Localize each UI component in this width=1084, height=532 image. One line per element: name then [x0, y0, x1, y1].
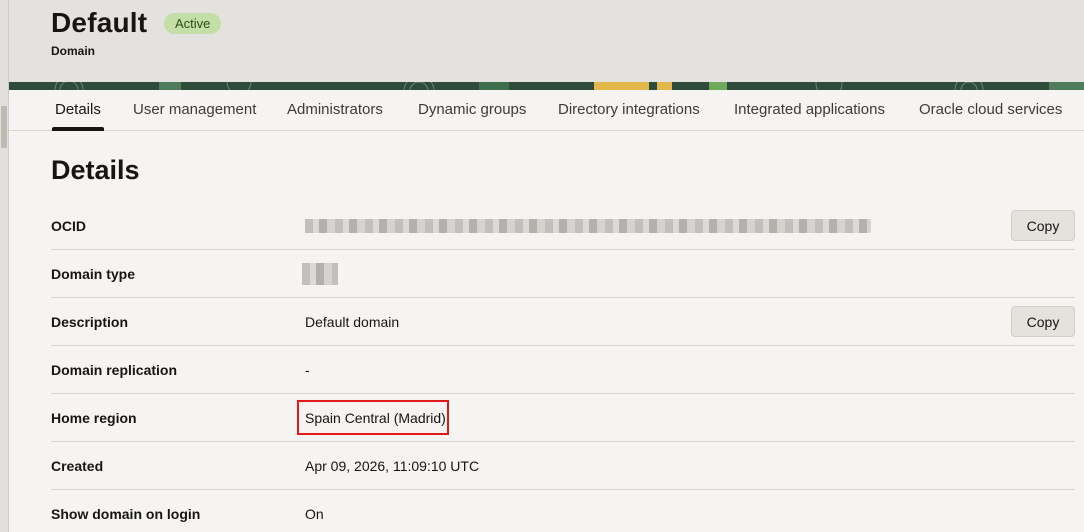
redacted-ocid [305, 219, 871, 233]
page-header: Default Active Domain [9, 0, 1084, 82]
tab-user-management[interactable]: User management [133, 90, 256, 131]
row-label: Created [51, 458, 104, 474]
tab-directory-integrations[interactable]: Directory integrations [558, 90, 700, 131]
detail-row-home-region: Home region Spain Central (Madrid) [51, 394, 1075, 442]
row-label: Show domain on login [51, 506, 201, 522]
row-label: Description [51, 314, 129, 330]
section-title: Details [51, 155, 140, 185]
banner-pattern-icon [9, 82, 1084, 90]
row-value: - [305, 362, 310, 378]
row-value: On [305, 506, 324, 522]
detail-row-show-domain-on-login: Show domain on login On [51, 490, 1075, 532]
page-subtitle: Domain [51, 44, 96, 58]
row-label: Domain type [51, 266, 136, 282]
tab-bar: Details User management Administrators D… [9, 90, 1084, 131]
detail-row-ocid: OCID Copy [51, 202, 1075, 250]
row-label: Home region [51, 410, 137, 426]
row-value: Apr 09, 2026, 11:09:10 UTC [305, 458, 480, 474]
redacted-domain-type [302, 263, 338, 285]
scrollbar-thumb[interactable] [1, 106, 7, 148]
copy-description-button[interactable]: Copy [1011, 306, 1075, 337]
copy-ocid-button[interactable]: Copy [1011, 210, 1075, 241]
row-label: OCID [51, 218, 86, 234]
tab-dynamic-groups[interactable]: Dynamic groups [418, 90, 526, 131]
decorative-banner [9, 82, 1084, 90]
detail-row-created: Created Apr 09, 2026, 11:09:10 UTC [51, 442, 1075, 490]
tab-oracle-cloud-services[interactable]: Oracle cloud services [919, 90, 1062, 131]
detail-row-domain-replication: Domain replication - [51, 346, 1075, 394]
detail-row-description: Description Default domain Copy [51, 298, 1075, 346]
row-value: Default domain [305, 314, 400, 330]
tab-administrators[interactable]: Administrators [287, 90, 383, 131]
status-badge: Active [164, 13, 222, 34]
left-scroll-rail[interactable] [0, 0, 9, 532]
detail-row-domain-type: Domain type [51, 250, 1075, 298]
row-label: Domain replication [51, 362, 178, 378]
tab-integrated-applications[interactable]: Integrated applications [734, 90, 885, 131]
home-region-highlight [297, 400, 449, 435]
tab-details[interactable]: Details [52, 90, 104, 131]
page-title: Default [51, 7, 148, 38]
